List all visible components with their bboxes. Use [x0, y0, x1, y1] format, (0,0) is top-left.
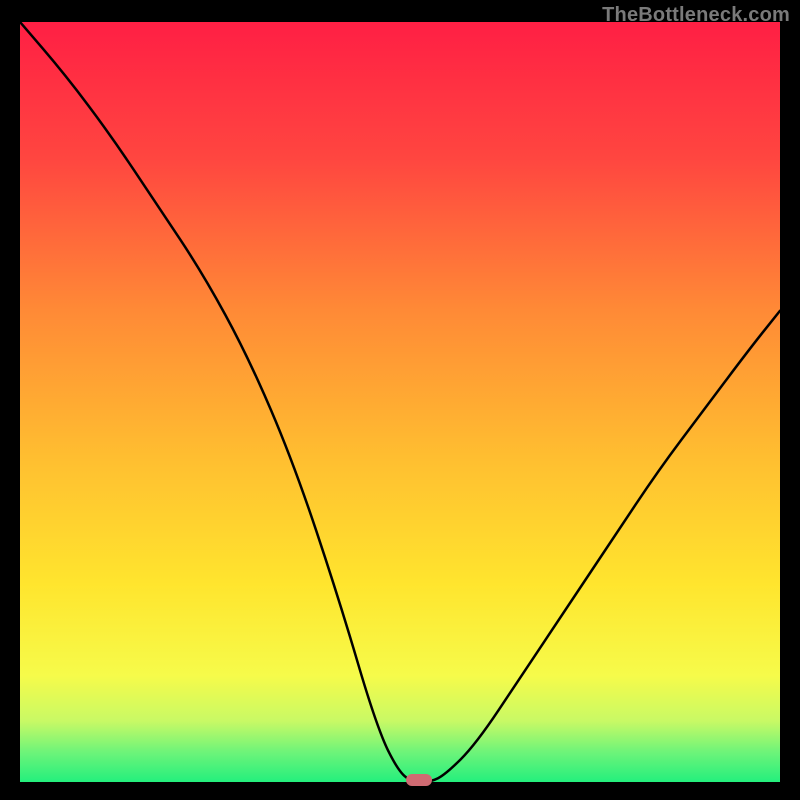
watermark-text: TheBottleneck.com [602, 4, 790, 27]
chart-stage: TheBottleneck.com [0, 0, 800, 800]
minimum-marker [406, 774, 432, 786]
plot-area [20, 22, 780, 782]
chart-canvas [20, 22, 780, 782]
gradient-background [20, 22, 780, 782]
